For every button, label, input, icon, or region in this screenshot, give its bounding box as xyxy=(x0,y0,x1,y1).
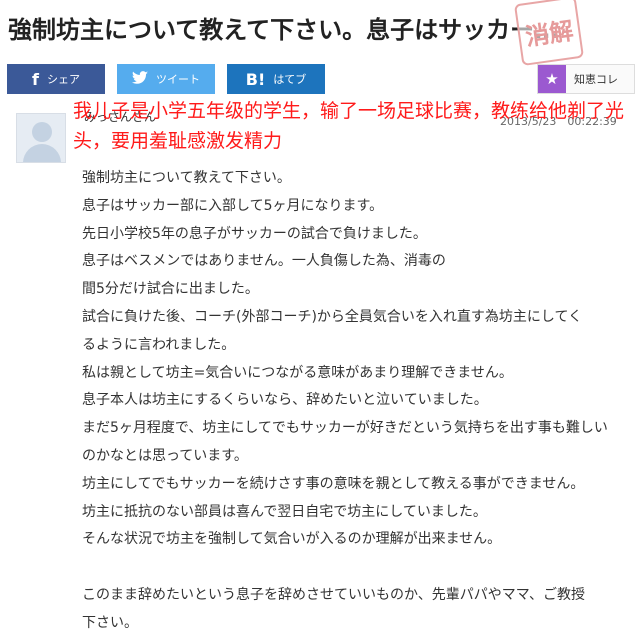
body-line: 試合に負けた後、コーチ(外部コーチ)から全員気合いを入れ直す為坊主にしてく xyxy=(82,308,583,325)
body-line: そんな状況で坊主を強制して気合いが入るのか理解が出来ません。 xyxy=(82,531,502,548)
star-icon: ★ xyxy=(538,65,566,93)
body-line: 坊主にしてでもサッカーを続けさす事の意味を親として教える事ができません。 xyxy=(82,475,585,492)
resolved-stamp: 消解 xyxy=(513,0,585,67)
hatena-bookmark-label: はてブ xyxy=(273,73,307,86)
hatena-bookmark-button[interactable]: B! はてブ xyxy=(227,64,325,94)
body-line: まだ5ヶ月程度で、坊主にしてでもサッカーが好きだという気持ちを出す事も難しい xyxy=(82,420,608,437)
question-body: 強制坊主について教えて下さい。 息子はサッカー部に入部して5ヶ月になります。 先… xyxy=(82,165,635,638)
body-line: 先日小学校5年の息子がサッカーの試合で負けました。 xyxy=(82,225,427,242)
body-closing-line: このまま辞めたいという息子を辞めさせていいものか、先輩パパやママ、ご教授 xyxy=(82,587,586,604)
body-line: 息子本人は坊主にするくらいなら、辞めたいと泣いていました。 xyxy=(82,392,488,409)
facebook-share-button[interactable]: f シェア xyxy=(7,64,105,94)
body-line: るように言われました。 xyxy=(82,336,236,353)
body-line: 坊主に抵抗のない部員は喜んで翌日自宅で坊主にしていました。 xyxy=(82,503,487,520)
body-closing-line: 下さい。 xyxy=(82,614,138,631)
body-line: 息子はベスメンではありません。一人負傷した為、消毒の xyxy=(82,253,446,270)
twitter-share-button[interactable]: ツイート xyxy=(117,64,215,94)
red-annotation-text: 我儿子是小学五年级的学生，输了一场足球比赛，教练给他剃了光头，要用羞耻感激发精力 xyxy=(73,100,625,152)
body-line: 間5分だけ試合に出ました。 xyxy=(82,281,259,298)
avatar-head-shape xyxy=(32,122,52,142)
twitter-icon xyxy=(132,70,148,89)
facebook-icon: f xyxy=(32,69,39,89)
chiekore-label: 知恵コレ xyxy=(574,73,618,86)
body-line: のかなとは思っています。 xyxy=(82,447,248,464)
hatena-bookmark-icon: B! xyxy=(245,69,266,89)
twitter-share-label: ツイート xyxy=(156,73,200,86)
chiekore-button[interactable]: ★ 知恵コレ xyxy=(537,64,635,94)
avatar[interactable] xyxy=(16,113,66,163)
body-line: 強制坊主について教えて下さい。 xyxy=(82,170,291,186)
avatar-body-shape xyxy=(23,144,61,162)
facebook-share-label: シェア xyxy=(46,73,80,86)
body-line: 私は親として坊主=気合いにつながる意味があまり理解できません。 xyxy=(82,364,513,381)
body-line: 息子はサッカー部に入部して5ヶ月になります。 xyxy=(82,197,384,214)
